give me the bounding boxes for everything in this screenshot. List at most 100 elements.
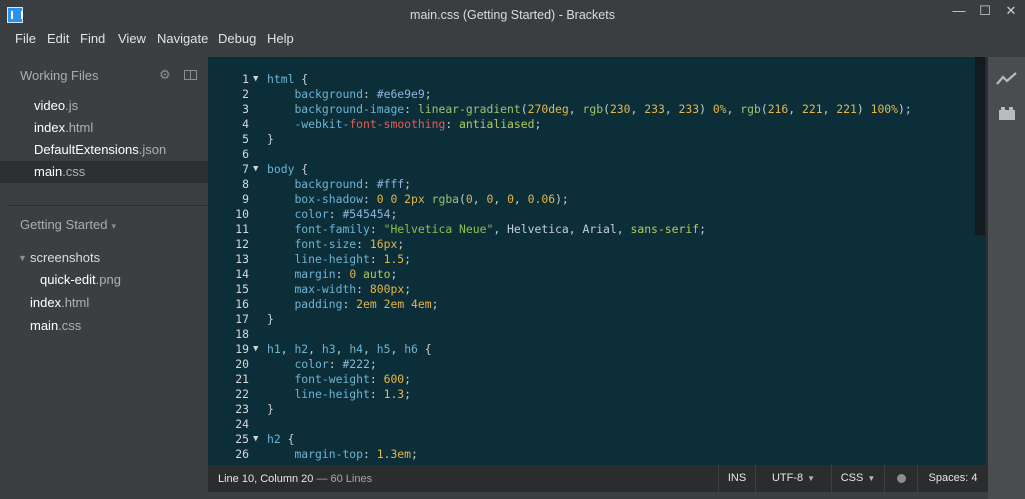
- code-line[interactable]: 26 margin-top: 1.3em;: [208, 447, 974, 462]
- code-line[interactable]: 17}: [208, 312, 974, 327]
- code-token: antialiased: [459, 117, 535, 131]
- code-line[interactable]: 16 padding: 2em 2em 4em;: [208, 297, 974, 312]
- close-button[interactable]: ✕: [995, 0, 1025, 24]
- code-token: rgba: [431, 192, 460, 206]
- menu-navigate[interactable]: Navigate: [157, 31, 208, 46]
- project-dropdown[interactable]: Getting Started ▾: [20, 217, 116, 232]
- insert-mode-toggle[interactable]: INS: [718, 465, 755, 492]
- menu-edit[interactable]: Edit: [47, 31, 69, 46]
- code-line[interactable]: 2 background: #e6e9e9;: [208, 87, 974, 102]
- working-file-item-active[interactable]: main.css: [0, 161, 208, 183]
- code-line[interactable]: 6: [208, 147, 974, 162]
- tree-file[interactable]: quick-edit.png: [40, 269, 121, 291]
- cursor-line-column: Line 10, Column 20: [218, 473, 314, 485]
- code-token: ;: [404, 387, 412, 401]
- code-line[interactable]: 18: [208, 327, 974, 342]
- code-line[interactable]: 25 ▼ h2 {: [208, 432, 974, 447]
- code-line[interactable]: 20 color: #222;: [208, 357, 974, 372]
- line-number: 3: [242, 102, 249, 116]
- code-text: padding: 2em 2em 4em;: [267, 297, 438, 312]
- code-text: html {: [267, 72, 308, 87]
- code-line[interactable]: 19 ▼ h1, h2, h3, h4, h5, h6 {: [208, 342, 974, 357]
- encoding-dropdown[interactable]: UTF-8 ▼: [755, 465, 831, 492]
- code-text: margin: 0 auto;: [267, 267, 397, 282]
- vertical-scrollbar-thumb[interactable]: [975, 57, 985, 235]
- code-line[interactable]: 5}: [208, 132, 974, 147]
- code-token: "Helvetica Neue": [383, 222, 494, 236]
- fold-arrow-icon[interactable]: ▼: [253, 72, 258, 87]
- tree-file[interactable]: main.css: [30, 315, 81, 337]
- code-token: ): [699, 102, 713, 116]
- fold-arrow-icon[interactable]: ▼: [253, 162, 258, 177]
- tree-file[interactable]: index.html: [30, 292, 89, 314]
- code-text: background-image: linear-gradient(270deg…: [267, 102, 911, 117]
- code-token: box-shadow: [294, 192, 364, 206]
- code-line[interactable]: 12 font-size: 16px;: [208, 237, 974, 252]
- code-token: :: [328, 207, 343, 221]
- menu-file[interactable]: File: [15, 31, 36, 46]
- code-line[interactable]: 4 -webkit-font-smoothing: antialiased;: [208, 117, 974, 132]
- indent-spaces-toggle[interactable]: Spaces: 4: [917, 465, 988, 492]
- live-preview-icon[interactable]: [993, 71, 1021, 92]
- code-token: color: [294, 207, 329, 221]
- code-line[interactable]: 21 font-weight: 600;: [208, 372, 974, 387]
- code-token: :: [369, 372, 384, 386]
- code-line[interactable]: 1 ▼ html {: [208, 72, 974, 87]
- cursor-position[interactable]: Line 10, Column 20 — 60 Lines: [218, 473, 372, 485]
- menu-view[interactable]: View: [118, 31, 146, 46]
- line-number: 19: [235, 342, 249, 356]
- code-line[interactable]: 14 margin: 0 auto;: [208, 267, 974, 282]
- code-line[interactable]: 13 line-height: 1.5;: [208, 252, 974, 267]
- code-line[interactable]: 15 max-width: 800px;: [208, 282, 974, 297]
- language-dropdown[interactable]: CSS ▼: [831, 465, 884, 492]
- code-token: :: [369, 252, 384, 266]
- right-toolbar: [988, 57, 1025, 499]
- file-extension: .css: [58, 318, 82, 333]
- code-token: :: [369, 222, 384, 236]
- menu-help[interactable]: Help: [267, 31, 294, 46]
- working-file-item[interactable]: index.html: [0, 117, 208, 139]
- code-token: 221: [836, 102, 857, 116]
- code-line[interactable]: 11 font-family: "Helvetica Neue", Helvet…: [208, 222, 974, 237]
- chevron-down-icon: ▼: [867, 474, 876, 483]
- code-token: }: [267, 312, 274, 326]
- code-text: background: #e6e9e9;: [267, 87, 431, 102]
- code-line[interactable]: 23}: [208, 402, 974, 417]
- code-token: ;: [404, 252, 412, 266]
- code-line[interactable]: 10 color: #545454;: [208, 207, 974, 222]
- line-number: 14: [235, 267, 249, 281]
- file-extension: .html: [61, 295, 90, 310]
- menu-debug[interactable]: Debug: [218, 31, 256, 46]
- fold-arrow-icon[interactable]: ▼: [253, 342, 258, 357]
- code-line[interactable]: 22 line-height: 1.3;: [208, 387, 974, 402]
- code-line[interactable]: 7 ▼ body {: [208, 162, 974, 177]
- linter-status[interactable]: [884, 465, 917, 492]
- code-token: ;: [397, 237, 405, 251]
- code-line[interactable]: 8 background: #fff;: [208, 177, 974, 192]
- code-line[interactable]: 3 background-image: linear-gradient(270d…: [208, 102, 974, 117]
- code-token: -webkit-: [294, 117, 350, 131]
- status-bar: Line 10, Column 20 — 60 Lines INS UTF-8 ▼…: [208, 465, 988, 492]
- code-line[interactable]: 24: [208, 417, 974, 432]
- working-file-item[interactable]: DefaultExtensions.json: [0, 139, 208, 161]
- code-text: box-shadow: 0 0 2px rgba(0, 0, 0, 0.06);: [267, 192, 568, 207]
- line-number: 10: [235, 207, 249, 221]
- code-editor[interactable]: 1 ▼ html {2 background: #e6e9e9; 3 backgrou…: [208, 57, 974, 465]
- gear-icon[interactable]: ⚙: [159, 67, 171, 83]
- working-file-item[interactable]: video.js: [0, 95, 208, 117]
- code-line[interactable]: 9 box-shadow: 0 0 2px rgba(0, 0, 0, 0.06…: [208, 192, 974, 207]
- extension-manager-icon[interactable]: [993, 105, 1021, 126]
- fold-arrow-icon[interactable]: ▼: [253, 432, 258, 447]
- tree-folder-screenshots[interactable]: ▼ screenshots: [0, 247, 208, 269]
- split-view-icon[interactable]: [184, 70, 197, 80]
- code-token: ,: [822, 102, 837, 116]
- file-extension: .css: [62, 164, 86, 179]
- code-text: -webkit-font-smoothing: antialiased;: [267, 117, 541, 132]
- code-token: ,: [788, 102, 802, 116]
- menu-find[interactable]: Find: [80, 31, 105, 46]
- code-token: (: [459, 192, 466, 206]
- line-number: 1: [242, 72, 249, 86]
- code-token: #fff: [376, 177, 405, 191]
